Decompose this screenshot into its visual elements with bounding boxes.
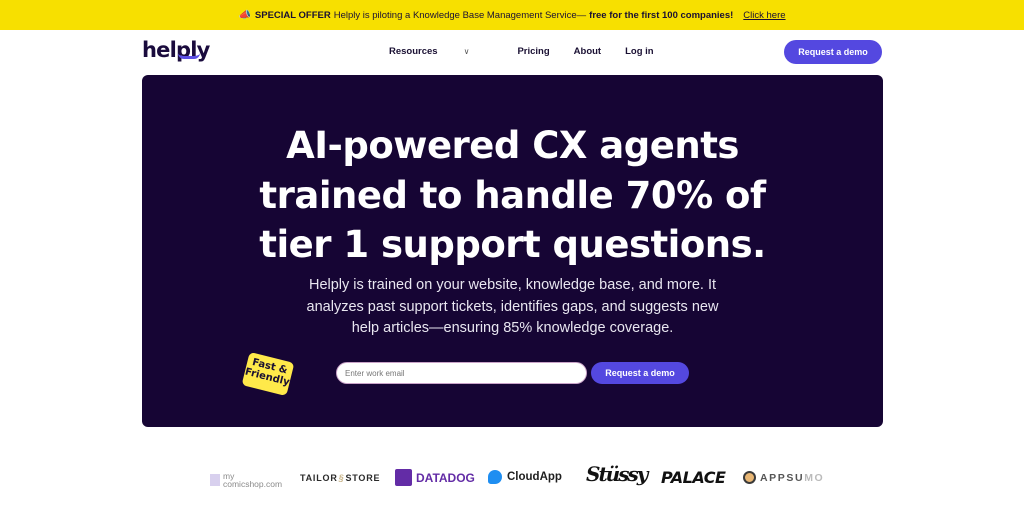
request-demo-button-hero[interactable]: Request a demo bbox=[591, 362, 689, 384]
promo-highlight: free for the first 100 companies! bbox=[589, 9, 734, 21]
subtitle-line: help articles—ensuring 85% knowledge cov… bbox=[351, 320, 674, 336]
megaphone-icon: 📣 bbox=[238, 9, 251, 21]
mycomicshop-mark-icon bbox=[210, 474, 220, 486]
appsumo-face-icon bbox=[743, 471, 756, 484]
headline-line: trained to handle 70% of bbox=[259, 173, 766, 217]
logo-mycomicshop: my comicshop.com bbox=[210, 472, 282, 488]
chevron-down-icon: ∨ bbox=[463, 47, 470, 56]
datadog-dog-icon bbox=[395, 469, 412, 486]
logo-text: STORE bbox=[345, 473, 381, 483]
logo-text: CloudApp bbox=[507, 471, 562, 483]
logo-appsumo: APPSU MO bbox=[743, 471, 824, 484]
promo-banner: 📣 SPECIAL OFFER Helply is piloting a Kno… bbox=[0, 0, 1024, 30]
logo-datadog: DATADOG bbox=[395, 469, 475, 486]
tailorstore-mark-icon: § bbox=[338, 473, 345, 483]
nav-menu: Resources ∨ Pricing About Log in bbox=[389, 46, 678, 57]
helply-logo[interactable]: helply bbox=[142, 38, 210, 62]
cloudapp-cloud-icon bbox=[488, 470, 502, 484]
logo-palace: PALACE bbox=[661, 468, 726, 487]
promo-link[interactable]: Click here bbox=[743, 10, 785, 21]
logo-text: MO bbox=[804, 471, 825, 484]
headline-line: tier 1 support questions. bbox=[259, 223, 766, 266]
promo-label: SPECIAL OFFER bbox=[254, 9, 331, 21]
hero-subtitle: Helply is trained on your website, knowl… bbox=[142, 275, 883, 340]
logo-swoosh-icon bbox=[178, 53, 200, 59]
logo-text: helply bbox=[142, 38, 210, 62]
nav-item-pricing[interactable]: Pricing bbox=[517, 46, 549, 57]
nav-item-login[interactable]: Log in bbox=[625, 46, 654, 57]
logo-text: comicshop.com bbox=[223, 479, 283, 489]
request-demo-button-nav[interactable]: Request a demo bbox=[784, 40, 882, 64]
customer-logos: my comicshop.com TAILOR § STORE DATADOG Clo… bbox=[0, 460, 1024, 500]
hero-section: AI-powered CX agents trained to handle 7… bbox=[142, 75, 883, 427]
nav-item-label: Resources bbox=[389, 46, 438, 57]
logo-tailorstore: TAILOR § STORE bbox=[300, 473, 380, 483]
logo-text: TAILOR bbox=[300, 473, 338, 483]
logo-text: APPSU bbox=[760, 471, 805, 484]
nav-item-about[interactable]: About bbox=[574, 46, 601, 57]
logo-text: DATADOG bbox=[416, 470, 475, 485]
logo-cloudapp: CloudApp bbox=[488, 470, 562, 484]
subtitle-line: Helply is trained on your website, knowl… bbox=[308, 277, 717, 293]
work-email-input[interactable] bbox=[336, 362, 587, 384]
headline-line: AI-powered CX agents bbox=[286, 124, 739, 167]
subtitle-line: analyzes past support tickets, identifie… bbox=[306, 298, 719, 315]
fast-friendly-sticker: Fast & Friendly bbox=[241, 351, 295, 397]
nav-item-resources[interactable]: Resources ∨ bbox=[389, 46, 493, 57]
promo-message: Helply is piloting a Knowledge Base Mana… bbox=[333, 9, 587, 21]
logo-stussy: Stüssy bbox=[586, 462, 648, 486]
hero-headline: AI-powered CX agents trained to handle 7… bbox=[142, 121, 883, 270]
